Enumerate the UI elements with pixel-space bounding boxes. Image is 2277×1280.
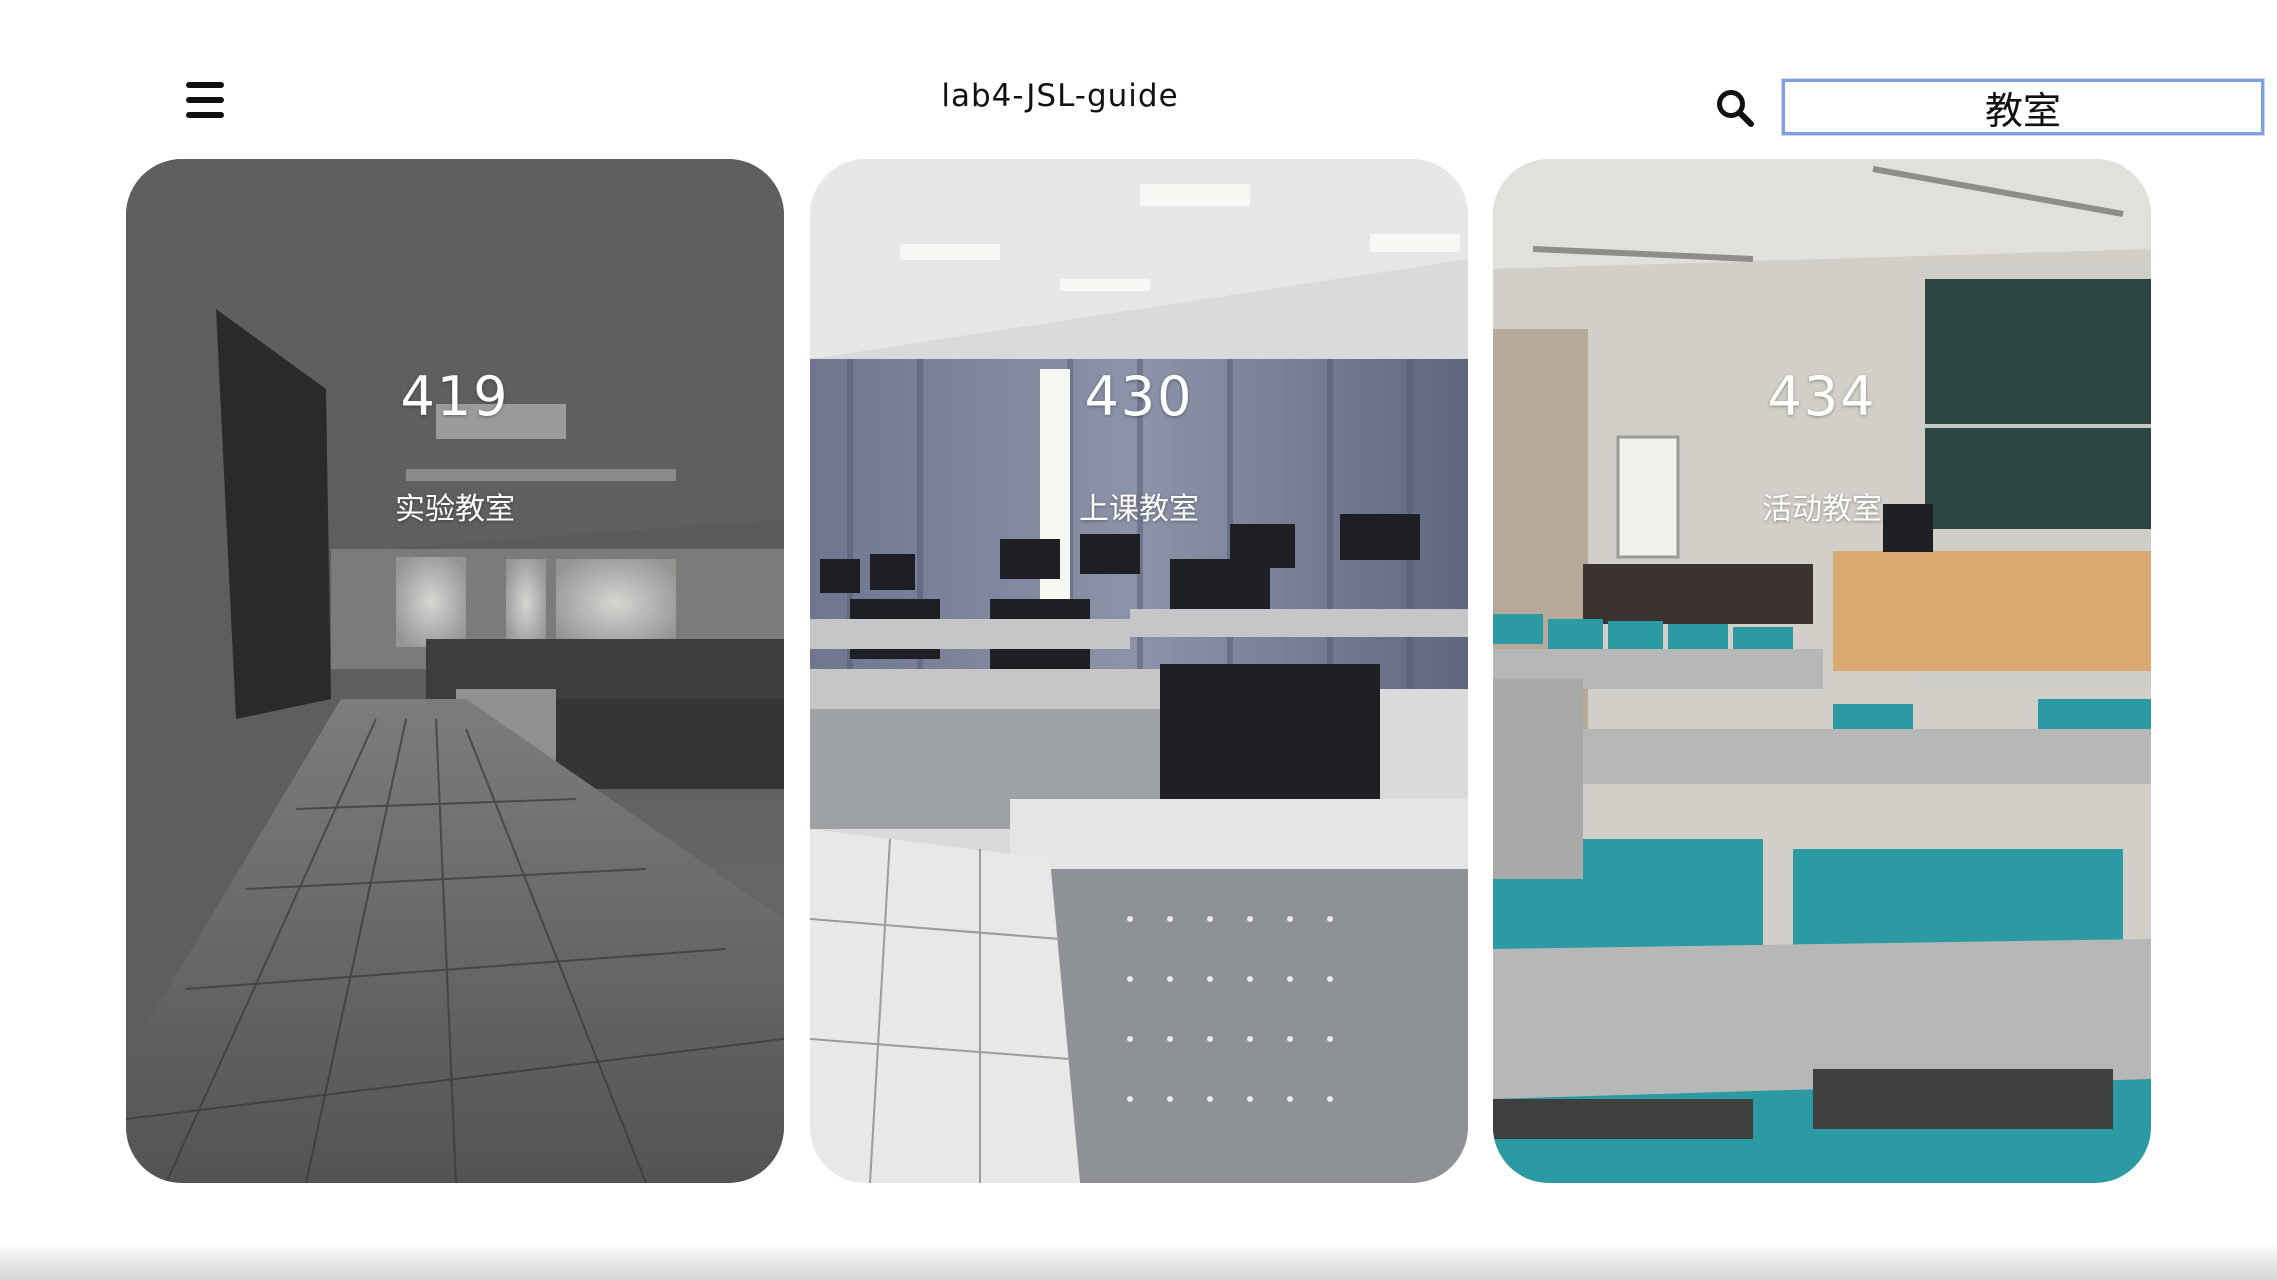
- classroom-type-label: 活动教室: [1762, 492, 1882, 527]
- page: lab4-JSL-guide 教室 419 实验教室 430 上课教室 434 …: [0, 0, 2277, 1280]
- classroom-card-419[interactable]: 419 实验教室: [126, 159, 784, 1183]
- menu-bar-top: [186, 82, 224, 88]
- classroom-photo-419: [126, 159, 784, 1183]
- app-title: lab4-JSL-guide: [941, 78, 1179, 114]
- classroom-photo-430: [810, 159, 1468, 1183]
- classroom-type-label: 上课教室: [1079, 492, 1199, 527]
- classroom-number: 419: [400, 365, 510, 428]
- classroom-type-label: 实验教室: [395, 492, 515, 527]
- hamburger-menu-icon[interactable]: [186, 82, 224, 118]
- classroom-photo-434: [1493, 159, 2151, 1183]
- search-input[interactable]: [1781, 78, 2265, 136]
- bottom-edge-shadow: [0, 1244, 2277, 1280]
- menu-bar-bottom: [186, 112, 224, 118]
- search-icon[interactable]: [1715, 88, 1755, 128]
- classroom-card-434[interactable]: 434 活动教室: [1493, 159, 2151, 1183]
- classroom-number: 430: [1084, 365, 1194, 428]
- classroom-number: 434: [1767, 365, 1877, 428]
- menu-bar-middle: [186, 97, 224, 103]
- classroom-card-430[interactable]: 430 上课教室: [810, 159, 1468, 1183]
